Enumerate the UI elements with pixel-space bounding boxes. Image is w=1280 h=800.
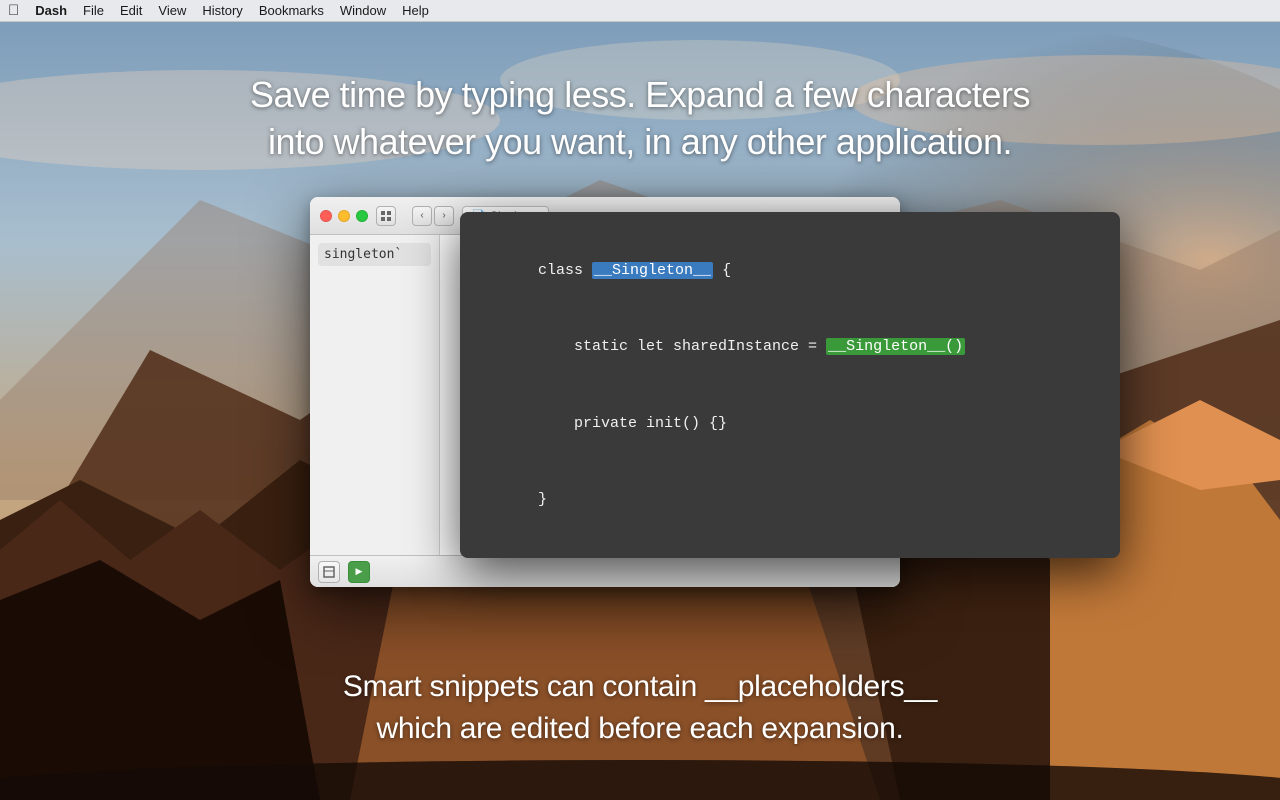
menubar-help[interactable]: Help [394, 1, 437, 20]
window-sidebar: singleton` [310, 235, 440, 555]
traffic-lights [320, 210, 368, 222]
menubar-app-name[interactable]: Dash [27, 1, 75, 20]
code-static-let: static let sharedInstance = [538, 338, 826, 355]
hero-line1: Save time by typing less. Expand a few c… [250, 74, 1030, 115]
play-icon: ▶ [356, 566, 363, 577]
code-line-1: class __Singleton__ { [484, 232, 1096, 309]
menubar-edit[interactable]: Edit [112, 1, 150, 20]
code-line-3: private init() {} [484, 385, 1096, 462]
code-private-init: private init() {} [538, 415, 727, 432]
menubar-window[interactable]: Window [332, 1, 394, 20]
menubar-file[interactable]: File [75, 1, 112, 20]
code-popup: class __Singleton__ { static let sharedI… [460, 212, 1120, 558]
sidebar-snippet-item[interactable]: singleton` [318, 243, 431, 266]
code-line-4: } [484, 462, 1096, 539]
resize-icon-button[interactable] [318, 561, 340, 583]
menubar-history[interactable]: History [194, 1, 250, 20]
back-button[interactable]: ‹ [412, 206, 432, 226]
close-button[interactable] [320, 210, 332, 222]
window-footer: ▶ [310, 555, 900, 587]
bottom-line1: Smart snippets can contain __placeholder… [343, 670, 937, 703]
menubar-bookmarks[interactable]: Bookmarks [251, 1, 332, 20]
code-singleton-placeholder-2: __Singleton__() [826, 338, 965, 355]
code-brace-close: } [538, 491, 547, 508]
code-class-keyword: class [538, 262, 592, 279]
apple-menu-icon[interactable]:  [8, 2, 19, 19]
main-content: Save time by typing less. Expand a few c… [0, 22, 1280, 800]
menubar:  Dash File Edit View History Bookmarks … [0, 0, 1280, 22]
bottom-section: Smart snippets can contain __placeholder… [0, 666, 1280, 750]
menubar-view[interactable]: View [150, 1, 194, 20]
minimize-button[interactable] [338, 210, 350, 222]
code-line-2: static let sharedInstance = __Singleton_… [484, 309, 1096, 386]
hero-section: Save time by typing less. Expand a few c… [0, 72, 1280, 166]
nav-buttons: ‹ › [412, 206, 454, 226]
hero-line2: into whatever you want, in any other app… [268, 121, 1012, 162]
bottom-line2: which are edited before each expansion. [377, 712, 904, 745]
play-button[interactable]: ▶ [348, 561, 370, 583]
grid-view-button[interactable] [376, 206, 396, 226]
code-brace-open: { [713, 262, 731, 279]
maximize-button[interactable] [356, 210, 368, 222]
code-singleton-placeholder-1: __Singleton__ [592, 262, 713, 279]
forward-button[interactable]: › [434, 206, 454, 226]
